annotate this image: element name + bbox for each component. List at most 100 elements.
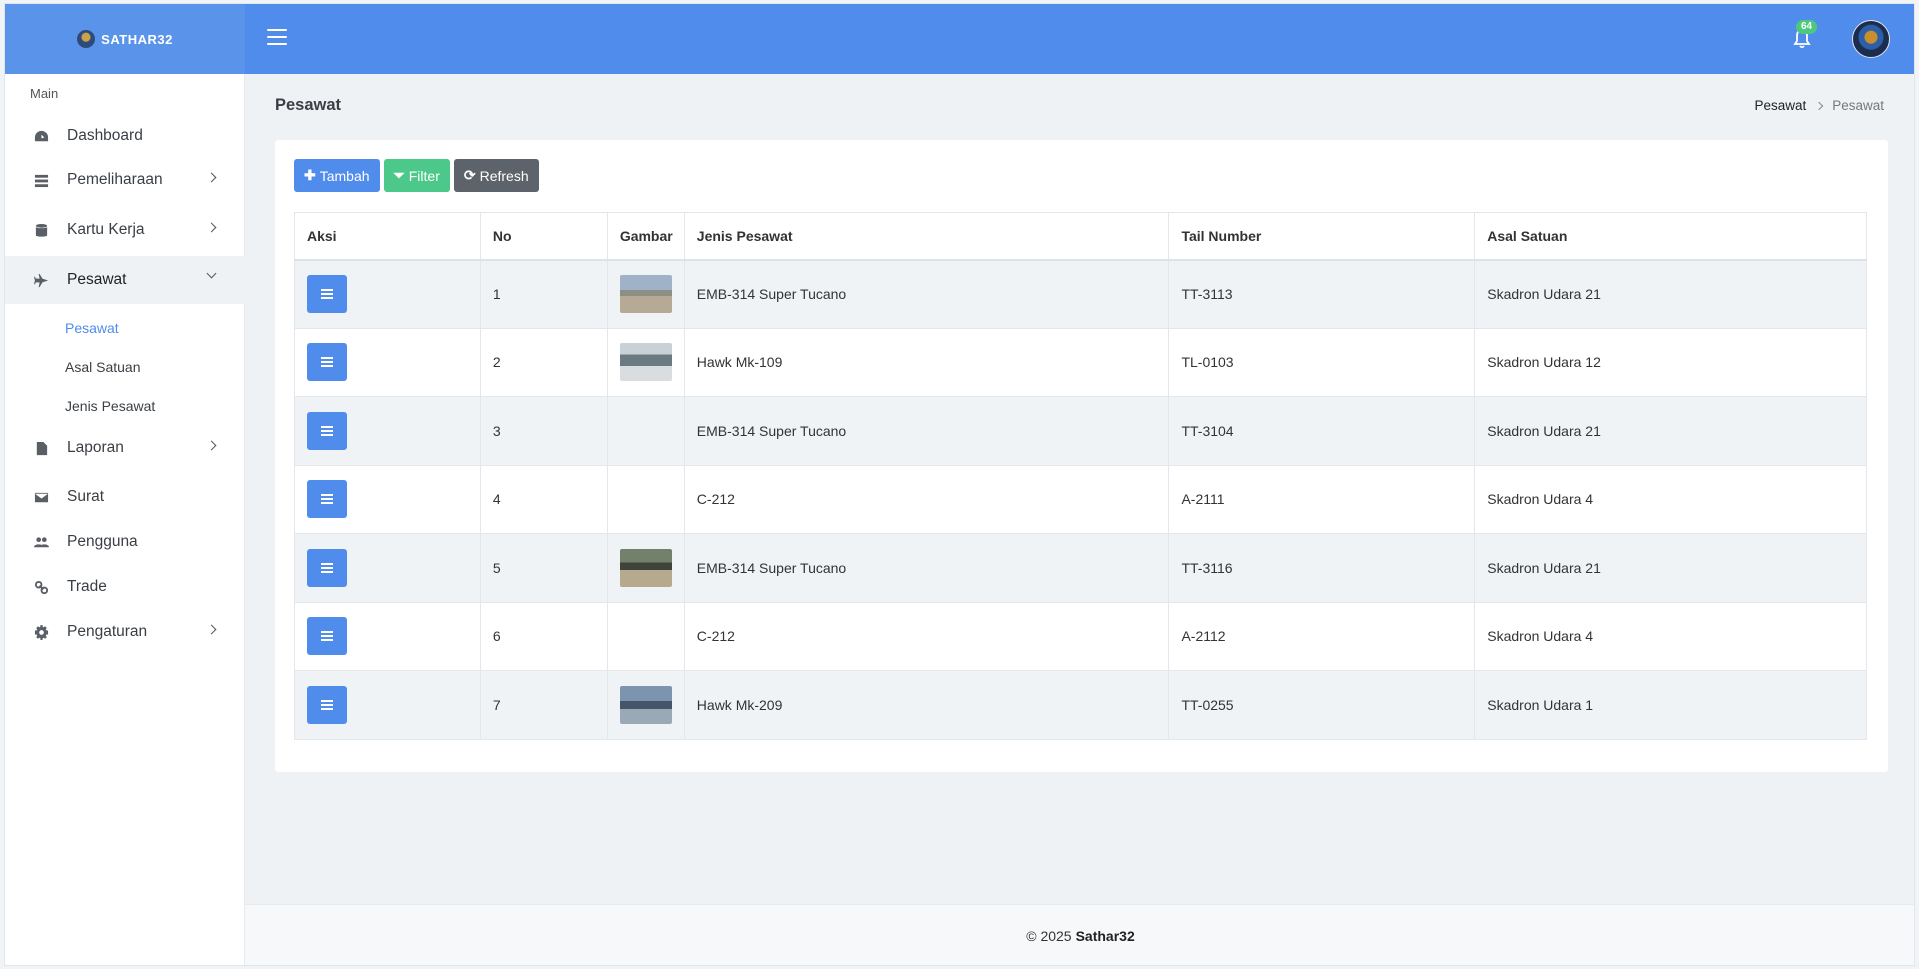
sidebar-item-pengaturan[interactable]: Pengaturan	[5, 609, 245, 655]
hamburger-line-icon	[267, 29, 287, 31]
tail-number: TT-3113	[1168, 259, 1476, 329]
footer-brand: Sathar32	[1075, 928, 1135, 944]
column-header-jenis-pesawat[interactable]: Jenis Pesawat	[683, 212, 1170, 261]
row-number: 1	[479, 259, 608, 329]
chevron-down-icon	[206, 268, 217, 279]
sidebar-item-surat[interactable]: Surat	[5, 474, 245, 520]
breadcrumb: Pesawat Pesawat	[1754, 98, 1884, 113]
action-cell	[294, 396, 481, 466]
page-title: Pesawat	[275, 96, 342, 114]
sidebar-item-laporan[interactable]: Laporan	[5, 425, 245, 471]
menu-icon	[321, 703, 333, 706]
table-row: 2 Hawk Mk-109 TL-0103 Skadron Udara 12	[294, 327, 1867, 397]
tail-number: TT-3116	[1168, 533, 1476, 603]
user-avatar[interactable]	[1852, 20, 1890, 58]
tail-number: TL-0103	[1168, 327, 1476, 397]
chevron-right-icon	[206, 172, 217, 183]
table-row: 5 EMB-314 Super Tucano TT-3116 Skadron U…	[294, 533, 1867, 603]
brand-logo-icon	[77, 30, 96, 48]
menu-icon	[321, 361, 333, 364]
sidebar-item-trade[interactable]: Trade	[5, 564, 245, 610]
database-icon	[33, 222, 49, 238]
aircraft-thumbnail[interactable]	[619, 343, 672, 382]
aircraft-thumbnail[interactable]	[619, 275, 672, 313]
aircraft-type: C-212	[683, 601, 1170, 671]
sidebar-item-kartu-kerja[interactable]: Kartu Kerja	[5, 207, 245, 253]
origin-unit: Skadron Udara 21	[1474, 396, 1867, 466]
aircraft-type: Hawk Mk-109	[683, 327, 1170, 397]
dashboard-icon	[33, 128, 49, 144]
row-action-button[interactable]	[307, 411, 347, 450]
row-action-button[interactable]	[307, 480, 347, 519]
add-button[interactable]: ✚ Tambah	[294, 159, 380, 192]
tail-number: A-2112	[1168, 601, 1476, 671]
row-action-button[interactable]	[307, 685, 347, 724]
column-header-asal-satuan[interactable]: Asal Satuan	[1474, 212, 1867, 261]
origin-unit: Skadron Udara 12	[1474, 327, 1867, 397]
sidebar-subitem-asal-satuan[interactable]: Asal Satuan	[65, 359, 141, 375]
plane-icon	[33, 272, 49, 288]
column-header-gambar[interactable]: Gambar	[606, 212, 685, 261]
sidebar-item-label: Laporan	[67, 439, 124, 456]
action-cell	[294, 670, 481, 740]
aircraft-thumbnail[interactable]	[619, 548, 672, 587]
menu-icon	[321, 293, 333, 295]
action-cell	[294, 327, 481, 397]
aircraft-type: EMB-314 Super Tucano	[683, 396, 1170, 466]
menu-toggle-button[interactable]	[267, 29, 287, 45]
sidebar-item-dashboard[interactable]: Dashboard	[5, 113, 245, 159]
sidebar-item-pemeliharaan[interactable]: Pemeliharaan	[5, 157, 245, 203]
aircraft-thumbnail[interactable]	[619, 685, 672, 724]
hamburger-line-icon	[267, 36, 287, 38]
column-header-aksi[interactable]: Aksi	[294, 212, 481, 261]
origin-unit: Skadron Udara 4	[1474, 464, 1867, 534]
sidebar-item-label: Pengaturan	[67, 623, 148, 640]
sidebar-item-label: Pemeliharaan	[67, 171, 163, 188]
sidebar-item-pengguna[interactable]: Pengguna	[5, 519, 245, 565]
sidebar-item-label: Pesawat	[67, 271, 127, 288]
chevron-right-icon	[206, 440, 217, 451]
add-button-label: Tambah	[319, 167, 370, 184]
link-icon	[33, 579, 49, 595]
sidebar-item-pesawat[interactable]: Pesawat	[5, 256, 245, 304]
aircraft-type: EMB-314 Super Tucano	[683, 259, 1170, 329]
chevron-right-icon	[206, 222, 217, 233]
filter-button-label: Filter	[408, 167, 440, 184]
image-cell	[606, 396, 685, 466]
filter-icon: ⏷	[393, 167, 405, 183]
action-cell	[294, 533, 481, 603]
image-cell	[606, 327, 685, 397]
sidebar-subitem-pesawat[interactable]: Pesawat	[65, 320, 119, 336]
tail-number: TT-3104	[1168, 396, 1476, 466]
aircraft-table: Aksi No Gambar Jenis Pesawat Tail Number…	[294, 212, 1867, 740]
row-action-button[interactable]	[307, 343, 347, 382]
column-header-no[interactable]: No	[479, 212, 608, 261]
top-bar: SATHAR32 64	[5, 4, 1914, 74]
row-action-button[interactable]	[307, 275, 347, 313]
sidebar-item-label: Surat	[67, 488, 105, 505]
row-number: 3	[479, 396, 608, 466]
action-cell	[294, 601, 481, 671]
refresh-icon: ⟳	[463, 167, 476, 183]
brand[interactable]: SATHAR32	[5, 4, 245, 74]
brand-name: SATHAR32	[101, 31, 173, 47]
row-action-button[interactable]	[307, 617, 347, 656]
sidebar-item-label: Trade	[67, 578, 107, 595]
table-header-row: Aksi No Gambar Jenis Pesawat Tail Number…	[294, 212, 1867, 261]
notification-bell-icon[interactable]: 64	[1793, 20, 1818, 49]
refresh-button[interactable]: ⟳ Refresh	[453, 159, 539, 192]
table-row: 7 Hawk Mk-209 TT-0255 Skadron Udara 1	[294, 670, 1867, 740]
filter-button[interactable]: ⏷ Filter	[383, 159, 450, 192]
sidebar-subitem-jenis-pesawat[interactable]: Jenis Pesawat	[65, 398, 155, 414]
row-number: 7	[479, 670, 608, 740]
column-header-tail-number[interactable]: Tail Number	[1168, 212, 1476, 261]
breadcrumb-current: Pesawat	[1832, 98, 1884, 113]
row-action-button[interactable]	[307, 548, 347, 587]
origin-unit: Skadron Udara 21	[1474, 533, 1867, 603]
app-frame: SATHAR32 64 Main Dashboard Pemeliharaan	[4, 3, 1915, 966]
table-row: 1 EMB-314 Super Tucano TT-3113 Skadron U…	[294, 259, 1867, 329]
plus-icon: ✚	[304, 167, 316, 183]
sidebar-item-label: Dashboard	[67, 127, 143, 144]
breadcrumb-link[interactable]: Pesawat	[1754, 98, 1806, 113]
menu-icon	[321, 498, 333, 501]
